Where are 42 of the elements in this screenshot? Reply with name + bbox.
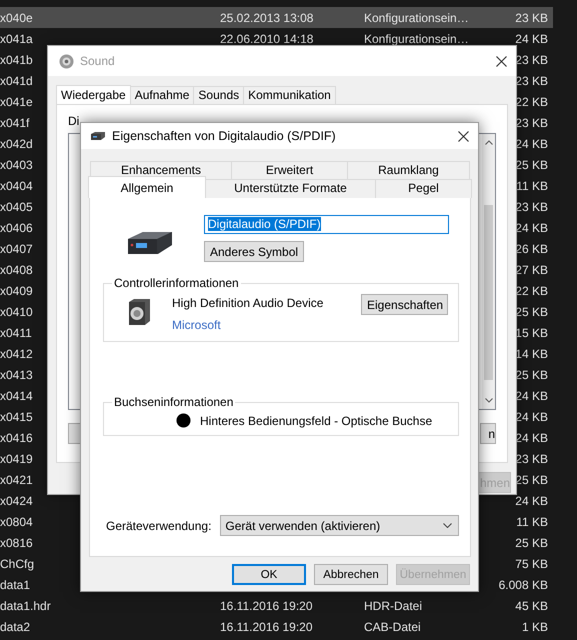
file-date: 22.06.2010 14:18 [220, 32, 314, 46]
file-name: x0419 [0, 452, 33, 466]
file-name: x041a [0, 32, 33, 46]
file-name: x0411 [0, 326, 32, 340]
file-name: ChCfg [0, 556, 34, 570]
window-title: Sound [80, 54, 116, 68]
file-size: 45 KB [515, 598, 548, 612]
dialog-title: Eigenschaften von Digitalaudio (S/PDIF) [112, 129, 337, 143]
file-size: 14 KB [515, 346, 548, 360]
file-name: x0408 [0, 262, 33, 276]
file-size: 23 KB [515, 10, 548, 24]
file-size: 6.008 KB [498, 578, 548, 592]
file-size: 24 KB [515, 494, 548, 508]
device-name: High Definition Audio Device [172, 296, 324, 310]
file-name: data1 [0, 578, 30, 592]
usage-label: Geräteverwendung: [106, 518, 212, 532]
intro-text: Di [68, 114, 80, 128]
file-name: x0405 [0, 200, 33, 214]
group-label: Buchseninformationen [113, 395, 234, 409]
file-size: 24 KB [515, 32, 548, 46]
file-size: 75 KB [515, 556, 548, 570]
file-name: x0816 [0, 536, 33, 550]
file-name: x041d [0, 74, 33, 88]
file-type: HDR-Datei [364, 598, 422, 612]
file-name: x0412 [0, 346, 33, 360]
file-type: Konfigurationsein… [364, 32, 469, 46]
file-type: Konfigurationsein… [364, 10, 469, 24]
group-label: Controllerinformationen [113, 276, 240, 290]
file-date: 16.11.2016 19:20 [220, 598, 313, 612]
file-size: 15 KB [515, 326, 548, 340]
file-date: 25.02.2013 13:08 [220, 10, 314, 24]
file-name: x0413 [0, 368, 33, 382]
file-size: 1 KB [522, 620, 548, 634]
file-name: data2 [0, 620, 30, 634]
file-name: x040e [0, 10, 33, 24]
jack-text: Hinteres Bedienungsfeld - Optische Buchse [200, 414, 432, 428]
file-name: data1.hdr [0, 598, 51, 612]
file-date: 16.11.2016 19:20 [220, 620, 313, 634]
file-size: 25 KB [515, 536, 548, 550]
file-type: CAB-Datei [364, 620, 421, 634]
file-name: x0409 [0, 284, 33, 298]
file-name: x0424 [0, 494, 33, 508]
